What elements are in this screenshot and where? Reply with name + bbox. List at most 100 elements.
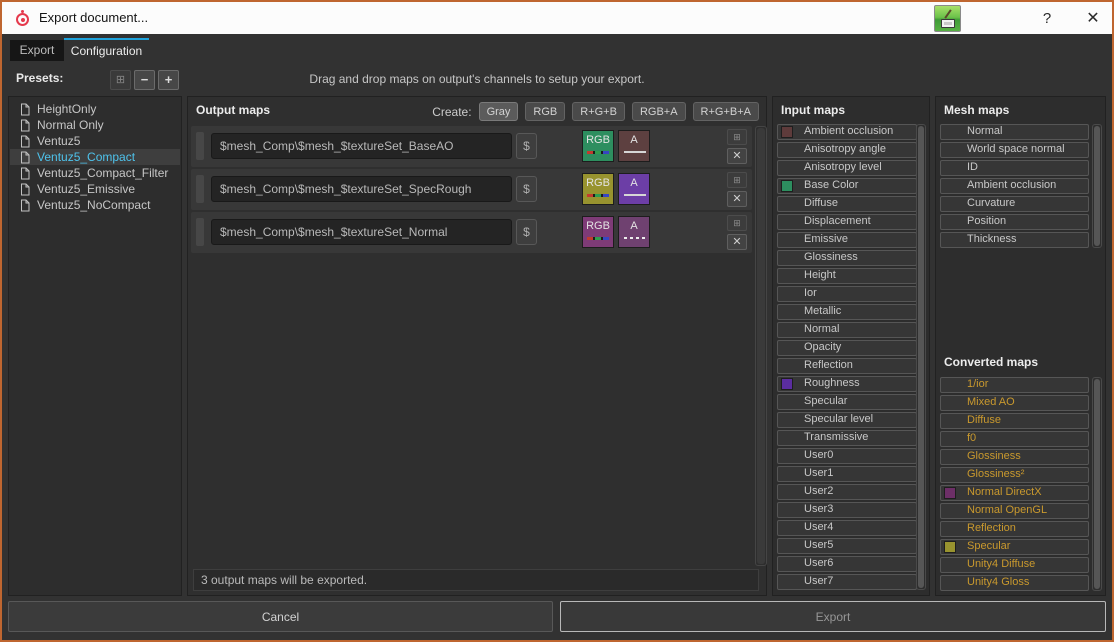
- map-item[interactable]: Specular: [940, 539, 1089, 555]
- preset-item[interactable]: HeightOnly: [10, 101, 180, 117]
- map-item[interactable]: User5: [777, 538, 917, 554]
- create-rgb-button[interactable]: RGB: [525, 102, 565, 121]
- output-path-input[interactable]: [211, 133, 512, 159]
- scrollbar-thumb[interactable]: [1094, 126, 1100, 246]
- drag-handle[interactable]: [196, 175, 204, 203]
- create-gray-button[interactable]: Gray: [479, 102, 519, 121]
- row-buttons: ⊞✕: [727, 215, 747, 253]
- map-item[interactable]: Reflection: [777, 358, 917, 374]
- map-item[interactable]: Diffuse: [777, 196, 917, 212]
- input-maps-scrollbar[interactable]: [916, 124, 926, 590]
- map-item[interactable]: World space normal: [940, 142, 1089, 158]
- map-item[interactable]: Unity4 Gloss: [940, 575, 1089, 591]
- map-item[interactable]: Emissive: [777, 232, 917, 248]
- map-item[interactable]: Anisotropy angle: [777, 142, 917, 158]
- preset-item[interactable]: Ventuz5: [10, 133, 180, 149]
- pattern-variable-button[interactable]: $: [516, 133, 537, 159]
- preset-item[interactable]: Normal Only: [10, 117, 180, 133]
- create-rgb-button[interactable]: R+G+B: [572, 102, 625, 121]
- map-item[interactable]: Ior: [777, 286, 917, 302]
- alpha-channel-slot[interactable]: A: [618, 130, 650, 162]
- rgb-channel-slot[interactable]: RGB: [582, 173, 614, 205]
- delete-output-button[interactable]: ✕: [727, 148, 747, 164]
- map-item[interactable]: Thickness: [940, 232, 1089, 248]
- rgb-channel-slot[interactable]: RGB: [582, 130, 614, 162]
- map-item[interactable]: ID: [940, 160, 1089, 176]
- map-item[interactable]: User7: [777, 574, 917, 590]
- mesh-maps-scrollbar[interactable]: [1092, 124, 1102, 248]
- map-item[interactable]: 1/ior: [940, 377, 1089, 393]
- help-button[interactable]: ?: [1030, 2, 1064, 34]
- preset-item[interactable]: Ventuz5_Compact_Filter: [10, 165, 180, 181]
- duplicate-output-button[interactable]: ⊞: [727, 129, 747, 145]
- map-item[interactable]: Diffuse: [940, 413, 1089, 429]
- map-item[interactable]: Ambient occlusion: [777, 124, 917, 140]
- map-item[interactable]: f0: [940, 431, 1089, 447]
- preset-item[interactable]: Ventuz5_Compact: [10, 149, 180, 165]
- map-item[interactable]: Glossiness: [940, 449, 1089, 465]
- alpha-channel-slot[interactable]: A: [618, 173, 650, 205]
- map-item[interactable]: Glossiness²: [940, 467, 1089, 483]
- map-item[interactable]: Unity4 Diffuse: [940, 557, 1089, 573]
- duplicate-output-button[interactable]: ⊞: [727, 215, 747, 231]
- map-item[interactable]: User6: [777, 556, 917, 572]
- preset-item[interactable]: Ventuz5_Emissive: [10, 181, 180, 197]
- map-item[interactable]: Displacement: [777, 214, 917, 230]
- drag-handle[interactable]: [196, 218, 204, 246]
- export-button[interactable]: Export: [560, 601, 1106, 632]
- map-item[interactable]: Roughness: [777, 376, 917, 392]
- map-item[interactable]: Normal OpenGL: [940, 503, 1089, 519]
- scrollbar-thumb[interactable]: [1094, 379, 1100, 589]
- map-item[interactable]: User0: [777, 448, 917, 464]
- input-maps-title: Input maps: [781, 103, 845, 117]
- pattern-variable-button[interactable]: $: [516, 219, 537, 245]
- map-item[interactable]: Mixed AO: [940, 395, 1089, 411]
- create-rgba-button[interactable]: R+G+B+A: [693, 102, 759, 121]
- map-label: Reflection: [967, 522, 1016, 534]
- tab-configuration[interactable]: Configuration: [64, 38, 149, 61]
- alpha-channel-slot[interactable]: A: [618, 216, 650, 248]
- map-item[interactable]: Position: [940, 214, 1089, 230]
- cancel-button[interactable]: Cancel: [8, 601, 553, 632]
- map-item[interactable]: Ambient occlusion: [940, 178, 1089, 194]
- map-item[interactable]: Normal: [940, 124, 1089, 140]
- pattern-variable-button[interactable]: $: [516, 176, 537, 202]
- map-item[interactable]: Normal: [777, 322, 917, 338]
- map-item[interactable]: User1: [777, 466, 917, 482]
- map-item[interactable]: User3: [777, 502, 917, 518]
- create-rgba-button[interactable]: RGB+A: [632, 102, 686, 121]
- map-item[interactable]: Anisotropy level: [777, 160, 917, 176]
- rgb-channel-slot[interactable]: RGB: [582, 216, 614, 248]
- map-item[interactable]: Glossiness: [777, 250, 917, 266]
- map-item[interactable]: Specular: [777, 394, 917, 410]
- map-item[interactable]: User2: [777, 484, 917, 500]
- map-item[interactable]: Normal DirectX: [940, 485, 1089, 501]
- map-item[interactable]: Height: [777, 268, 917, 284]
- map-item[interactable]: Opacity: [777, 340, 917, 356]
- tab-export[interactable]: Export: [10, 40, 64, 61]
- duplicate-preset-button[interactable]: ⊞: [110, 70, 131, 90]
- output-path-input[interactable]: [211, 219, 512, 245]
- map-item[interactable]: User4: [777, 520, 917, 536]
- converted-maps-scrollbar[interactable]: [1092, 377, 1102, 591]
- map-item[interactable]: Metallic: [777, 304, 917, 320]
- scrollbar-thumb[interactable]: [757, 128, 765, 564]
- output-path-input[interactable]: [211, 176, 512, 202]
- map-item[interactable]: Specular level: [777, 412, 917, 428]
- map-item[interactable]: Transmissive: [777, 430, 917, 446]
- scrollbar-thumb[interactable]: [918, 126, 924, 588]
- remove-preset-button[interactable]: −: [134, 70, 155, 90]
- map-item[interactable]: Base Color: [777, 178, 917, 194]
- close-button[interactable]: ✕: [1076, 2, 1110, 34]
- map-item[interactable]: Reflection: [940, 521, 1089, 537]
- delete-output-button[interactable]: ✕: [727, 234, 747, 250]
- duplicate-output-button[interactable]: ⊞: [727, 172, 747, 188]
- delete-output-button[interactable]: ✕: [727, 191, 747, 207]
- drag-handle[interactable]: [196, 132, 204, 160]
- window-edit-icon[interactable]: [934, 5, 961, 32]
- add-preset-button[interactable]: +: [158, 70, 179, 90]
- map-item[interactable]: Curvature: [940, 196, 1089, 212]
- preset-item[interactable]: Ventuz5_NoCompact: [10, 197, 180, 213]
- map-label: Position: [967, 215, 1006, 227]
- output-scrollbar[interactable]: [755, 126, 767, 566]
